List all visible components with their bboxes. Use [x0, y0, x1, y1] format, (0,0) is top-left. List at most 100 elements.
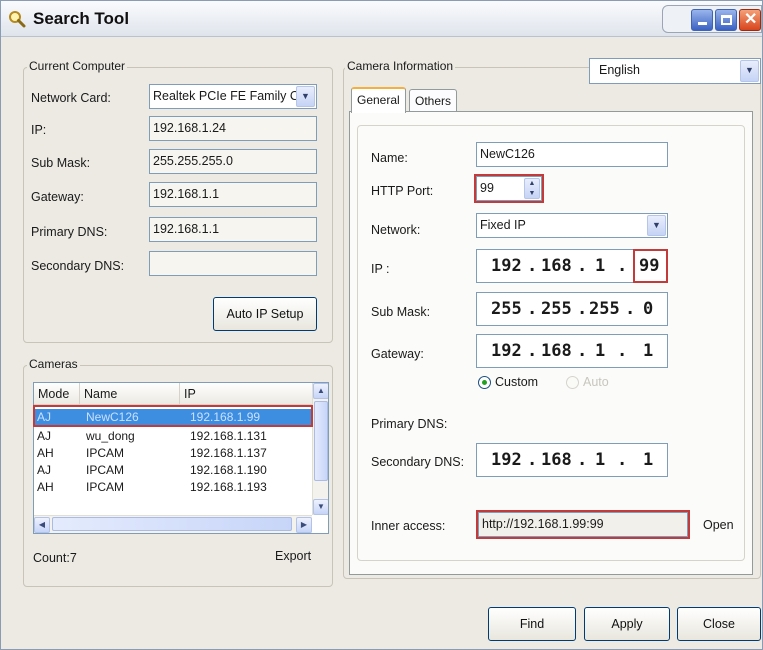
camera-name-label: Name: — [371, 151, 408, 165]
primary-dns-label: Primary DNS: — [31, 225, 108, 239]
apply-button[interactable]: Apply — [584, 607, 670, 641]
language-select[interactable]: English ▼ — [589, 58, 761, 84]
dns-octet-2: 168 — [541, 450, 572, 470]
chevron-down-icon[interactable]: ▼ — [740, 60, 759, 82]
row-ip: 192.168.1.137 — [190, 446, 267, 460]
tab-general[interactable]: General — [351, 87, 406, 113]
primary-dns-label-camera: Primary DNS: — [371, 417, 448, 431]
row-name: wu_dong — [86, 429, 135, 443]
column-header-ip[interactable]: IP — [180, 383, 314, 405]
secondary-dns-label: Secondary DNS: — [31, 259, 125, 273]
minimize-icon — [698, 22, 707, 25]
row-name: IPCAM — [86, 480, 125, 494]
camera-name-input[interactable]: NewC126 — [476, 142, 668, 167]
current-computer-legend: Current Computer — [27, 59, 128, 73]
row-mode: AJ — [37, 463, 52, 477]
mask-octet-1: 255 — [491, 299, 522, 319]
camera-sub-mask-input[interactable]: 255 . 255 . 255 . 0 — [476, 292, 668, 326]
computer-secondary-dns-field[interactable] — [149, 251, 317, 276]
close-icon: ✕ — [744, 11, 758, 28]
scroll-down-icon[interactable]: ▼ — [313, 499, 328, 515]
camera-count: Count:7 — [33, 551, 77, 565]
chevron-down-icon[interactable]: ▼ — [296, 86, 315, 107]
custom-dns-radio[interactable] — [478, 376, 491, 389]
find-button[interactable]: Find — [488, 607, 576, 641]
row-mode: AH — [37, 446, 54, 460]
camera-information-legend: Camera Information — [345, 59, 456, 73]
row-ip: 192.168.1.131 — [190, 429, 267, 443]
horizontal-scroll-thumb[interactable] — [52, 517, 292, 531]
title-bar[interactable]: Search Tool ✕ — [1, 1, 762, 37]
auto-dns-radio[interactable] — [566, 376, 579, 389]
network-select[interactable]: Fixed IP ▼ — [476, 213, 668, 238]
scroll-thumb[interactable] — [314, 401, 328, 481]
camera-sub-mask-label: Sub Mask: — [371, 305, 431, 319]
ip-last-octet-highlight — [633, 249, 668, 283]
close-window-button[interactable]: ✕ — [739, 9, 761, 31]
maximize-icon — [721, 15, 732, 25]
row-mode: AH — [37, 480, 54, 494]
table-row[interactable]: AH IPCAM 192.168.1.137 — [34, 445, 312, 461]
computer-primary-dns-field[interactable]: 192.168.1.1 — [149, 217, 317, 242]
sub-mask-label: Sub Mask: — [31, 156, 91, 170]
ip-octet-3: 1 — [595, 256, 606, 276]
http-port-highlight — [474, 174, 544, 203]
ip-label: IP: — [31, 123, 47, 137]
inner-access-highlight — [476, 510, 690, 539]
inner-access-label: Inner access: — [371, 519, 446, 533]
column-header-name[interactable]: Name — [80, 383, 180, 405]
auto-dns-label: Auto — [583, 375, 609, 389]
row-ip: 192.168.1.193 — [190, 480, 267, 494]
search-tool-window: Search Tool ✕ Current Computer Network C… — [0, 0, 763, 650]
row-name: IPCAM — [86, 446, 125, 460]
open-link[interactable]: Open — [703, 518, 734, 532]
close-button[interactable]: Close — [677, 607, 761, 641]
camera-list-header: Mode Name IP — [34, 383, 312, 405]
minimize-button[interactable] — [691, 9, 713, 31]
maximize-button[interactable] — [715, 9, 737, 31]
table-row[interactable]: AH IPCAM 192.168.1.193 — [34, 479, 312, 495]
gateway-octet-2: 168 — [541, 341, 572, 361]
network-card-select[interactable]: Realtek PCIe FE Family C ▼ — [149, 84, 317, 109]
table-row[interactable]: AJ wu_dong 192.168.1.131 — [34, 428, 312, 444]
camera-ip-label: IP : — [371, 262, 390, 276]
row-ip: 192.168.1.190 — [190, 463, 267, 477]
ip-octet-2: 168 — [541, 256, 572, 276]
dns-octet-3: 1 — [595, 450, 606, 470]
secondary-dns-label-camera: Secondary DNS: — [371, 455, 465, 469]
camera-list-horizontal-scrollbar[interactable]: ◀ ▶ — [34, 515, 312, 533]
computer-sub-mask-field[interactable]: 255.255.255.0 — [149, 149, 317, 174]
computer-gateway-field[interactable]: 192.168.1.1 — [149, 182, 317, 207]
column-header-mode[interactable]: Mode — [34, 383, 80, 405]
scroll-up-icon[interactable]: ▲ — [313, 383, 328, 399]
ip-octet-1: 192 — [491, 256, 522, 276]
search-icon — [9, 11, 26, 28]
table-row[interactable]: AJ IPCAM 192.168.1.190 — [34, 462, 312, 478]
dns-octet-4: 1 — [643, 450, 654, 470]
mask-octet-2: 255 — [541, 299, 572, 319]
network-card-label: Network Card: — [31, 91, 111, 105]
dns-octet-1: 192 — [491, 450, 522, 470]
language-value: English — [599, 63, 640, 77]
network-label: Network: — [371, 223, 421, 237]
camera-gateway-label: Gateway: — [371, 347, 424, 361]
scroll-left-icon[interactable]: ◀ — [34, 517, 50, 533]
auto-ip-setup-button[interactable]: Auto IP Setup — [213, 297, 317, 331]
cameras-legend: Cameras — [27, 357, 80, 371]
camera-secondary-dns-input[interactable]: 192 . 168 . 1 . 1 — [476, 443, 668, 477]
camera-gateway-input[interactable]: 192 . 168 . 1 . 1 — [476, 334, 668, 368]
gateway-label: Gateway: — [31, 190, 84, 204]
camera-list-vertical-scrollbar[interactable]: ▲ ▼ — [312, 383, 328, 515]
gateway-octet-3: 1 — [595, 341, 606, 361]
computer-ip-field[interactable]: 192.168.1.24 — [149, 116, 317, 141]
scroll-right-icon[interactable]: ▶ — [296, 517, 312, 533]
export-link[interactable]: Export — [275, 549, 311, 563]
row-mode: AJ — [37, 429, 52, 443]
custom-dns-label: Custom — [495, 375, 539, 389]
mask-octet-4: 0 — [643, 299, 654, 319]
http-port-label: HTTP Port: — [371, 184, 434, 198]
chevron-down-icon[interactable]: ▼ — [647, 215, 666, 236]
gateway-octet-1: 192 — [491, 341, 522, 361]
selected-camera-highlight — [33, 405, 313, 427]
tab-others[interactable]: Others — [409, 89, 458, 113]
